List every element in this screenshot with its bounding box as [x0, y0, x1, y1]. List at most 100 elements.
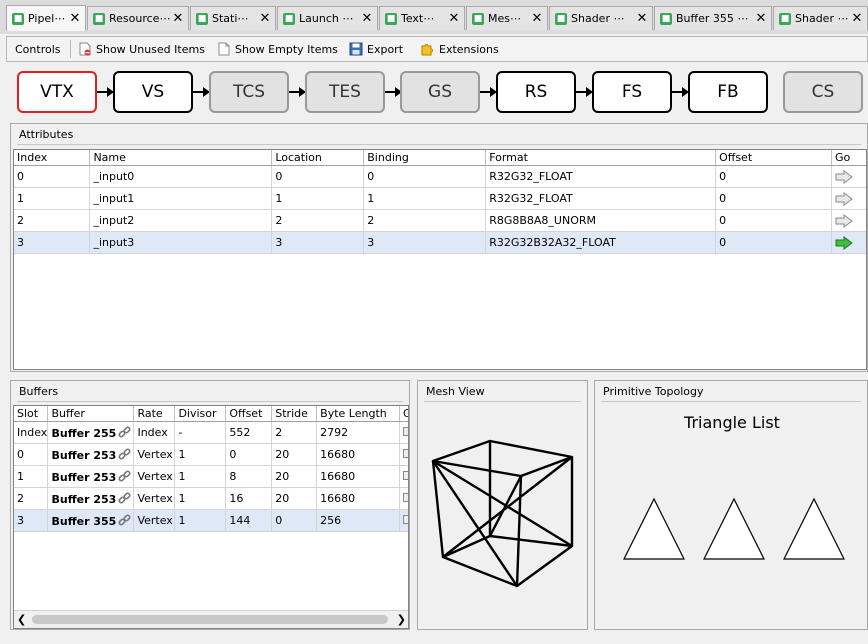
scroll-left-icon[interactable]: ❮ — [17, 613, 26, 626]
show-empty-button[interactable]: Show Empty Items — [217, 41, 338, 57]
column-header[interactable]: Rate — [133, 406, 176, 422]
go-button-icon[interactable] — [403, 449, 408, 458]
table-row[interactable]: 1 _input1 1 1 R32G32_FLOAT 0 — [14, 187, 866, 210]
table-row[interactable]: 1 Buffer 253 Vertex 1 8 20 16680 — [14, 465, 408, 488]
table-row[interactable]: 0 _input0 0 0 R32G32_FLOAT 0 — [14, 165, 866, 188]
toolbar: Controls Show Unused Items Show Empty It… — [6, 36, 868, 62]
cell-offset: 552 — [225, 421, 273, 444]
flow-arrow-icon — [97, 87, 114, 97]
link-icon[interactable] — [118, 447, 131, 461]
table-row[interactable]: 2 _input2 2 2 R8G8B8A8_UNORM 0 — [14, 209, 866, 232]
window-icon: ■ — [283, 12, 295, 25]
column-header[interactable]: Slot — [14, 406, 49, 422]
close-icon[interactable]: ✕ — [171, 11, 185, 26]
tab-shader-1[interactable]: ■ Shader ⋯ ✕ — [549, 6, 653, 30]
window-icon: ■ — [472, 12, 484, 25]
stage-vtx[interactable]: VTX — [17, 71, 97, 113]
go-button-icon[interactable] — [403, 471, 408, 480]
cell-divisor: - — [174, 421, 227, 444]
close-icon[interactable]: ✕ — [754, 11, 768, 26]
cell-offset: 0 — [225, 443, 273, 466]
close-icon[interactable]: ✕ — [68, 11, 82, 26]
tab-buffer-355[interactable]: ■ Buffer 355 ⋯ ✕ — [654, 6, 772, 30]
cell-stride: 2 — [271, 421, 318, 444]
table-row[interactable]: 0 Buffer 253 Vertex 1 0 20 16680 — [14, 443, 408, 466]
column-header[interactable]: Stride — [271, 406, 318, 422]
go-arrow-icon[interactable] — [835, 213, 853, 228]
cell-format: R32G32B32A32_FLOAT — [485, 231, 717, 254]
tab-texture[interactable]: ■ Text⋯ ✕ — [379, 6, 465, 30]
stage-tes[interactable]: TES — [305, 71, 385, 113]
column-header[interactable]: Buffer — [47, 406, 135, 422]
stage-fs[interactable]: FS — [592, 71, 672, 113]
column-header[interactable]: Byte Length — [316, 406, 401, 422]
tab-pipeline-state[interactable]: ■ Pipel⋯ ✕ — [6, 5, 86, 31]
go-cell — [399, 465, 408, 488]
close-icon[interactable]: ✕ — [635, 11, 649, 26]
export-button[interactable]: Export — [349, 41, 403, 57]
link-icon[interactable] — [118, 425, 131, 439]
stage-rs[interactable]: RS — [496, 71, 576, 113]
show-empty-label: Show Empty Items — [235, 42, 338, 56]
go-arrow-icon[interactable] — [835, 235, 853, 250]
buffer-link[interactable]: Buffer 355 — [51, 515, 116, 528]
cell-slot: Index — [14, 421, 49, 444]
close-icon[interactable]: ✕ — [360, 11, 374, 26]
tab-shader-2[interactable]: ■ Shader ⋯ ✕ — [773, 6, 868, 30]
column-header[interactable]: Binding — [363, 150, 487, 166]
stage-vs[interactable]: VS — [113, 71, 193, 113]
buffer-link[interactable]: Buffer 255 — [51, 427, 116, 440]
scrollbar-thumb[interactable] — [32, 615, 388, 624]
scroll-right-icon[interactable]: ❯ — [397, 613, 406, 626]
close-icon[interactable]: ✕ — [530, 11, 544, 26]
table-row[interactable]: 2 Buffer 253 Vertex 1 16 20 16680 — [14, 487, 408, 510]
go-arrow-icon[interactable] — [835, 191, 853, 206]
table-row[interactable]: Index Buffer 255 Index -552 2 2792 — [14, 421, 408, 444]
close-icon[interactable]: ✕ — [258, 11, 272, 26]
buffer-link[interactable]: Buffer 253 — [51, 449, 116, 462]
link-icon[interactable] — [118, 469, 131, 483]
link-icon[interactable] — [118, 491, 131, 505]
column-header[interactable]: Name — [89, 150, 273, 166]
stage-fb[interactable]: FB — [688, 71, 768, 113]
link-icon[interactable] — [118, 513, 131, 527]
cell-length: 256 — [316, 509, 401, 532]
close-icon[interactable]: ✕ — [850, 11, 864, 26]
column-header[interactable]: Location — [271, 150, 365, 166]
extensions-button[interactable]: Extensions — [421, 41, 499, 57]
table-row[interactable]: 3 _input3 3 3 R32G32B32A32_FLOAT 0 — [14, 231, 866, 254]
cell-name: _input0 — [89, 165, 273, 188]
table-row[interactable]: 3 Buffer 355 Vertex 1 144 0 256 — [14, 509, 408, 532]
go-button-icon[interactable] — [403, 427, 408, 436]
tab-mesh[interactable]: ■ Mes⋯ ✕ — [466, 6, 548, 30]
close-icon[interactable]: ✕ — [447, 11, 461, 26]
buffer-link[interactable]: Buffer 253 — [51, 493, 116, 506]
column-header[interactable]: Index — [14, 150, 91, 166]
stage-gs[interactable]: GS — [400, 71, 480, 113]
column-header[interactable]: Divisor — [174, 406, 227, 422]
tab-statistics[interactable]: ■ Stati⋯ ✕ — [190, 6, 276, 30]
triangle-shape — [623, 497, 685, 560]
tab-label: Shader ⋯ — [571, 12, 625, 25]
buffers-title: Buffers — [19, 385, 59, 398]
stage-cs[interactable]: CS — [783, 71, 863, 113]
go-arrow-icon[interactable] — [835, 169, 853, 184]
horizontal-scrollbar[interactable]: ❮ ❯ — [14, 610, 408, 628]
tab-resource-inspector[interactable]: ■ Resource⋯ ✕ — [87, 6, 189, 30]
go-button-icon[interactable] — [403, 493, 408, 502]
column-header[interactable]: Offset — [225, 406, 273, 422]
column-header[interactable]: Format — [485, 150, 717, 166]
show-unused-button[interactable]: Show Unused Items — [78, 41, 205, 57]
buffer-link[interactable]: Buffer 253 — [51, 471, 116, 484]
cell-rate: Index — [133, 421, 176, 444]
stage-tcs[interactable]: TCS — [209, 71, 289, 113]
column-header[interactable]: G — [399, 406, 408, 422]
tab-launch[interactable]: ■ Launch ⋯ ✕ — [277, 6, 378, 30]
column-header[interactable]: Offset — [715, 150, 832, 166]
mesh-wireframe[interactable] — [418, 381, 589, 631]
cell-rate: Vertex — [133, 509, 176, 532]
go-button-icon[interactable] — [403, 515, 408, 524]
cell-location: 3 — [271, 231, 365, 254]
cell-stride: 0 — [271, 509, 318, 532]
column-header[interactable]: Go — [831, 150, 866, 166]
